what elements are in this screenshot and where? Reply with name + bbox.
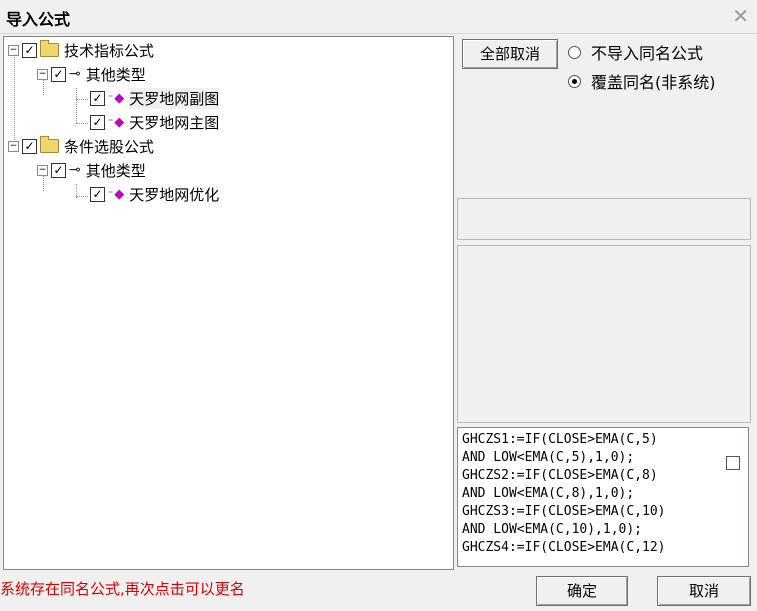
formula-tree[interactable]: − ✓ 技术指标公式 − ✓ ⊸ 其他类型 ✓ ⁼ ◆ 天罗地网副图 ✓ ⁼ ◆… xyxy=(3,36,454,570)
checkbox[interactable]: ✓ xyxy=(90,90,105,106)
collapse-icon[interactable]: − xyxy=(8,44,19,56)
checkbox[interactable]: ✓ xyxy=(51,66,66,82)
folder-icon xyxy=(40,40,59,57)
tree-connector xyxy=(76,99,88,100)
checkbox[interactable]: ✓ xyxy=(90,114,105,130)
folder-icon xyxy=(40,136,59,153)
tree-node-label: 其他类型 xyxy=(85,65,146,84)
ok-button[interactable]: 确定 xyxy=(536,576,628,606)
checkbox[interactable]: ✓ xyxy=(90,186,105,202)
formula-link-icon: ⁼ xyxy=(108,116,114,128)
checkbox[interactable]: ✓ xyxy=(51,162,66,178)
collapse-icon[interactable]: − xyxy=(8,140,19,152)
formula-diamond-icon: ◆ xyxy=(114,90,125,106)
code-line: AND LOW<EMA(C,10),1,0); xyxy=(462,522,643,537)
code-checkbox[interactable] xyxy=(726,456,740,470)
code-line: AND LOW<EMA(C,8),1,0); xyxy=(462,486,635,501)
radio-label: 覆盖同名(非系统) xyxy=(591,73,716,92)
status-message: 系统存在同名公式,再次点击可以更名 xyxy=(0,580,245,598)
tree-item-label: 天罗地网主图 xyxy=(129,113,220,132)
formula-code-view[interactable]: GHCZS1:=IF(CLOSE>EMA(C,5) AND LOW<EMA(C,… xyxy=(457,427,749,567)
tree-node-tech-indicators[interactable]: − ✓ 技术指标公式 xyxy=(8,39,154,61)
info-panel xyxy=(457,198,751,240)
key-icon: ⊸ xyxy=(69,66,81,82)
tree-node-label: 条件选股公式 xyxy=(64,137,155,156)
checkbox[interactable]: ✓ xyxy=(22,138,37,154)
radio-label: 不导入同名公式 xyxy=(591,44,704,63)
tree-node-label: 技术指标公式 xyxy=(64,41,155,60)
code-line: GHCZS4:=IF(CLOSE>EMA(C,12) xyxy=(462,540,666,555)
tree-node-label: 其他类型 xyxy=(85,161,146,180)
checkbox[interactable]: ✓ xyxy=(22,42,37,58)
formula-link-icon: ⁼ xyxy=(108,92,114,104)
key-icon: ⊸ xyxy=(69,162,81,178)
formula-diamond-icon: ◆ xyxy=(114,186,125,202)
overwrite-same-name-radio[interactable]: 覆盖同名(非系统) xyxy=(568,69,716,93)
tree-item-formula[interactable]: ✓ ⁼ ◆ 天罗地网主图 xyxy=(90,111,219,133)
radio-circle[interactable] xyxy=(568,74,581,88)
deselect-all-button[interactable]: 全部取消 xyxy=(462,39,558,69)
skip-same-name-radio[interactable]: 不导入同名公式 xyxy=(568,40,703,64)
tree-connector xyxy=(76,88,77,123)
window-title: 导入公式 xyxy=(6,10,71,29)
radio-circle[interactable] xyxy=(568,45,581,59)
tree-item-formula[interactable]: ✓ ⁼ ◆ 天罗地网优化 xyxy=(90,183,219,205)
tree-item-label: 天罗地网优化 xyxy=(129,185,220,204)
title-bar: 导入公式 ✕ xyxy=(0,0,757,34)
formula-diamond-icon: ◆ xyxy=(114,114,125,130)
description-panel xyxy=(457,245,751,423)
collapse-icon[interactable]: − xyxy=(37,164,48,176)
cancel-button[interactable]: 取消 xyxy=(657,576,751,606)
tree-connector xyxy=(76,123,88,124)
tree-node-other-types[interactable]: − ✓ ⊸ 其他类型 xyxy=(37,159,146,181)
tree-connector xyxy=(76,196,88,197)
code-line: AND LOW<EMA(C,5),1,0); xyxy=(462,450,635,465)
code-line: GHCZS3:=IF(CLOSE>EMA(C,10) xyxy=(462,504,666,519)
tree-node-other-types[interactable]: − ✓ ⊸ 其他类型 xyxy=(37,63,146,85)
tree-item-label: 天罗地网副图 xyxy=(129,87,220,109)
formula-link-icon: ⁼ xyxy=(108,188,114,200)
tree-item-formula[interactable]: ✓ ⁼ ◆ 天罗地网副图 xyxy=(90,87,220,109)
code-line: GHCZS2:=IF(CLOSE>EMA(C,8) xyxy=(462,468,658,483)
collapse-icon[interactable]: − xyxy=(37,68,48,80)
tree-node-stock-selection[interactable]: − ✓ 条件选股公式 xyxy=(8,135,154,157)
close-icon[interactable]: ✕ xyxy=(732,4,749,28)
code-line: GHCZS1:=IF(CLOSE>EMA(C,5) xyxy=(462,432,658,447)
tree-connector xyxy=(14,54,15,146)
